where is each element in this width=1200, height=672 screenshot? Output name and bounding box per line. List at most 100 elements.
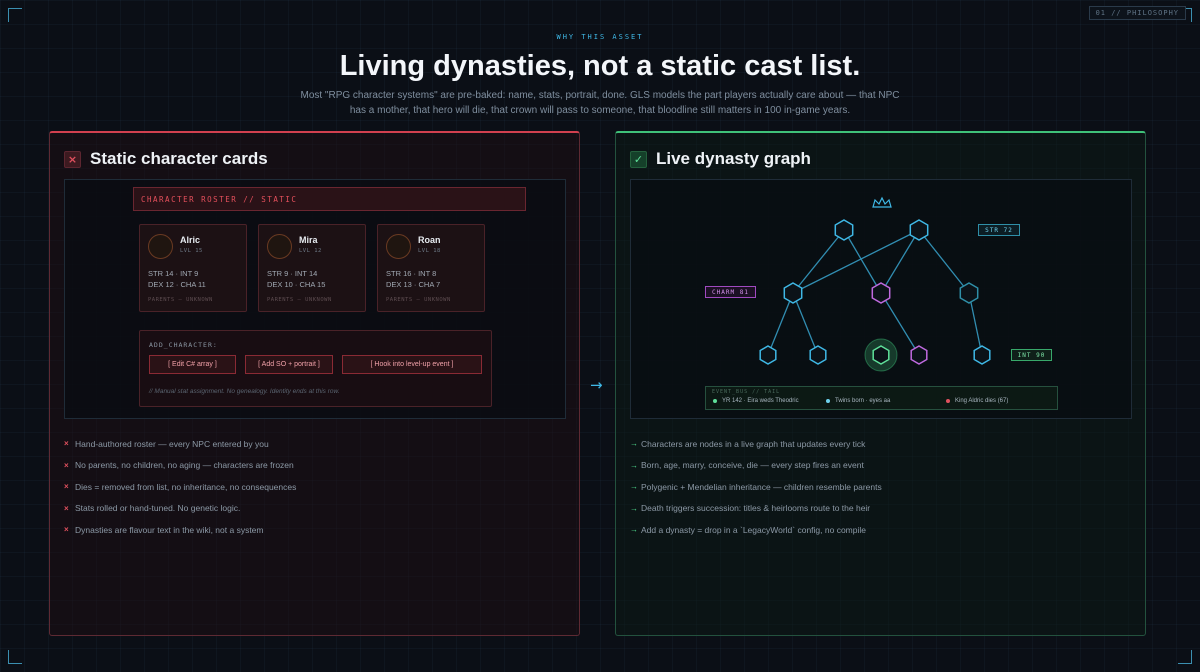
character-card[interactable]: Alric LVL 15 STR 14 · INT 9 DEX 12 · CHA… — [139, 224, 247, 312]
list-item-text: Polygenic + Mendelian inheritance — chil… — [641, 481, 882, 492]
graph-edge — [918, 229, 970, 294]
character-stats-line: STR 9 · INT 14 — [267, 269, 318, 278]
graph-edge — [792, 292, 819, 356]
arrow-right-icon: → — [630, 460, 638, 470]
character-stats-line: STR 16 · INT 8 — [386, 269, 437, 278]
character-node[interactable] — [871, 282, 891, 304]
character-parents: PARENTS — UNKNOWN — [148, 297, 213, 303]
graph-edge — [792, 229, 845, 294]
avatar — [267, 234, 292, 259]
graph-edge — [843, 229, 882, 294]
character-parents: PARENTS — UNKNOWN — [386, 297, 451, 303]
add-so-portrait-button[interactable]: [ Add SO + portrait ] — [245, 355, 333, 374]
avatar — [148, 234, 173, 259]
list-item-text: Hand-authored roster — every NPC entered… — [75, 438, 269, 449]
check-icon: ✓ — [630, 150, 647, 168]
cross-icon: × — [64, 439, 69, 449]
character-card[interactable]: Mira LVL 12 STR 9 · INT 14 DEX 10 · CHA … — [258, 224, 366, 312]
edit-array-button[interactable]: [ Edit C# array ] — [149, 355, 236, 374]
list-item: → Death triggers succession: titles & hei… — [630, 498, 882, 520]
event-text: King Aldric dies (67) — [955, 398, 1009, 404]
cross-icon: × — [64, 503, 69, 513]
heir-node[interactable] — [872, 345, 890, 365]
character-stats-line: DEX 10 · CHA 15 — [267, 280, 326, 289]
list-item: × Dynasties are flavour text in the wiki,… — [64, 519, 296, 541]
arrow-right-icon: → — [630, 525, 638, 535]
list-item-text: Death triggers succession: titles & heir… — [641, 503, 871, 514]
character-node[interactable] — [973, 345, 991, 365]
list-item: → Polygenic + Mendelian inheritance — chi… — [630, 476, 882, 498]
character-card-list: Alric LVL 15 STR 14 · INT 9 DEX 12 · CHA… — [139, 224, 496, 312]
event-dot — [826, 399, 830, 403]
static-drawbacks-list: × Hand-authored roster — every NPC entere… — [64, 433, 296, 541]
character-name: Alric — [180, 235, 201, 245]
list-item-text: Characters are nodes in a live graph tha… — [641, 438, 866, 449]
eyebrow-label: WHY THIS ASSET — [556, 33, 644, 41]
character-stats: STR 9 · INT 14 DEX 10 · CHA 15 — [267, 268, 325, 290]
add-character-actions: [ Edit C# array ] [ Add SO + portrait ] … — [149, 355, 491, 374]
list-item-text: Add a dynasty = drop in a `LegacyWorld` … — [641, 524, 866, 535]
character-name: Roan — [418, 235, 441, 245]
corner-bracket-top-left — [8, 8, 22, 22]
list-item: × No parents, no children, no aging — cha… — [64, 455, 296, 477]
live-panel-title: Live dynasty graph — [656, 149, 811, 168]
live-panel-header: ✓ Live dynasty graph — [630, 149, 811, 169]
character-level: LVL 15 — [180, 248, 203, 254]
character-node[interactable] — [783, 282, 803, 304]
character-parents: PARENTS — UNKNOWN — [267, 297, 332, 303]
list-item-text: Dynasties are flavour text in the wiki, … — [75, 524, 264, 535]
dynasty-graph — [759, 196, 991, 372]
add-character-note: // Manual stat assignment. No genealogy.… — [149, 388, 340, 395]
arrow-right-icon: → — [630, 439, 638, 449]
character-node[interactable] — [809, 345, 827, 365]
character-stats: STR 16 · INT 8 DEX 13 · CHA 7 — [386, 268, 440, 290]
static-panel-title: Static character cards — [90, 149, 268, 168]
cross-icon: × — [64, 482, 69, 492]
corner-bracket-bottom-left — [8, 650, 22, 664]
list-item-text: No parents, no children, no aging — char… — [75, 460, 294, 471]
list-item: → Born, age, marry, conceive, die — every… — [630, 455, 882, 477]
list-item-text: Stats rolled or hand-tuned. No genetic l… — [75, 503, 241, 514]
event-item: YR 142 · Eira weds Theodric — [713, 398, 799, 404]
list-item: × Dies = removed from list, no inheritanc… — [64, 476, 296, 498]
event-item: Twins born · eyes aa — [826, 398, 890, 404]
character-stats-line: STR 14 · INT 9 — [148, 269, 199, 278]
crown-icon — [872, 196, 892, 208]
character-level: LVL 12 — [299, 248, 322, 254]
character-card[interactable]: Roan LVL 18 STR 16 · INT 8 DEX 13 · CHA … — [377, 224, 485, 312]
static-panel-header: × Static character cards — [64, 149, 268, 169]
hook-level-up-button[interactable]: [ Hook into level-up event ] — [342, 355, 482, 374]
event-log-label: EVENT_BUS // TAIL — [712, 389, 781, 395]
event-text: Twins born · eyes aa — [835, 398, 891, 404]
character-node[interactable] — [759, 345, 777, 365]
page-subtitle: Most "RPG character systems" are pre-bak… — [300, 90, 900, 116]
character-name: Mira — [299, 235, 318, 245]
cross-icon: × — [64, 460, 69, 470]
list-item-text: Dies = removed from list, no inheritance… — [75, 481, 297, 492]
add-character-box: ADD_CHARACTER: [ Edit C# array ] [ Add S… — [139, 330, 492, 407]
avatar — [386, 234, 411, 259]
list-item: → Characters are nodes in a live graph th… — [630, 433, 882, 455]
arrow-right-icon: → — [630, 482, 638, 492]
character-node[interactable] — [834, 219, 854, 241]
static-cards-panel: × Static character cards CHARACTER ROSTE… — [49, 131, 580, 636]
character-node[interactable] — [910, 345, 928, 365]
character-node[interactable] — [909, 219, 929, 241]
arrow-right-icon: → — [630, 503, 638, 513]
trait-tag-charm: CHARM 81 — [705, 286, 756, 298]
trait-tag-str: STR 72 — [978, 224, 1020, 236]
character-stats: STR 14 · INT 9 DEX 12 · CHA 11 — [148, 268, 206, 290]
character-node[interactable] — [959, 282, 979, 304]
static-roster-mockup: CHARACTER ROSTER // STATIC Alric LVL 15 … — [64, 179, 566, 419]
section-tag: 01 // PHILOSOPHY — [1088, 6, 1186, 20]
character-stats-line: DEX 13 · CHA 7 — [386, 280, 441, 289]
dynasty-graph-mockup: STR 72 CHARM 81 INT 90 EVENT_BUS // TAIL… — [630, 179, 1132, 419]
trait-tag-int: INT 90 — [1011, 349, 1052, 361]
list-item-text: Born, age, marry, conceive, die — every … — [641, 460, 864, 471]
cross-icon: × — [64, 150, 81, 168]
add-character-label: ADD_CHARACTER: — [149, 341, 218, 349]
event-dot — [946, 399, 950, 403]
list-item: × Hand-authored roster — every NPC entere… — [64, 433, 296, 455]
event-dot — [713, 399, 717, 403]
event-text: YR 142 · Eira weds Theodric — [722, 398, 799, 404]
